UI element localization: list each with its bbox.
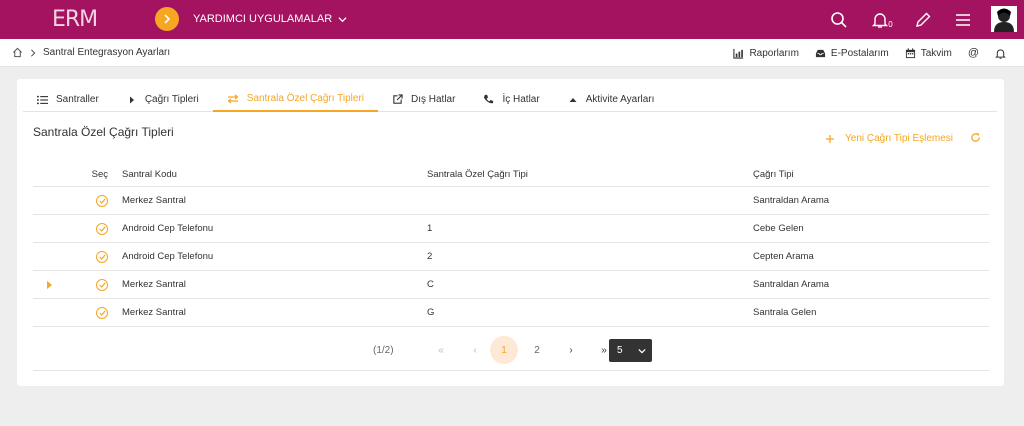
quick-link-label: Takvim (920, 47, 952, 59)
at-sign-icon[interactable]: @ (968, 47, 979, 59)
cell-code: Android Cep Telefonu (122, 251, 214, 262)
table-row[interactable]: Merkez Santral Santraldan Arama (33, 187, 989, 215)
app-logo[interactable]: ERM (52, 7, 98, 32)
list-icon (37, 95, 48, 104)
select-check-icon[interactable] (96, 250, 108, 263)
tab-label: Aktivite Ayarları (585, 94, 655, 105)
cell-special-type: C (427, 279, 434, 290)
cell-code: Merkez Santral (122, 195, 186, 206)
apps-toggle-button[interactable] (155, 7, 179, 31)
rows-per-page-value: 5 (617, 345, 623, 356)
caret-up-icon (569, 97, 577, 102)
cell-call-type: Santraldan Arama (753, 279, 830, 290)
pencil-icon[interactable] (912, 9, 934, 31)
calendar-icon (905, 47, 915, 58)
column-header-code[interactable]: Santral Kodu (122, 169, 427, 180)
quick-link-label: Raporlarım (749, 47, 799, 59)
tab-label: Santrala Özel Çağrı Tipleri (246, 93, 364, 104)
chevron-down-icon (638, 348, 646, 353)
cell-special-type: 1 (427, 223, 433, 234)
new-button-label: Yeni Çağrı Tipi Eşlemesi (845, 133, 954, 144)
quick-links: Raporlarım E-Postalarım Takvim @ (733, 47, 1006, 59)
breadcrumb: Santral Entegrasyon Ayarları (12, 47, 170, 58)
tab-dis-hatlar[interactable]: Dış Hatlar (378, 87, 469, 112)
tab-santraller[interactable]: Santraller (23, 87, 113, 112)
select-check-icon[interactable] (96, 278, 108, 291)
page-button-2[interactable]: 2 (523, 336, 551, 364)
top-bar: ERM YARDIMCI UYGULAMALAR 0 (0, 0, 1024, 39)
tab-label: Dış Hatlar (411, 94, 456, 105)
call-types-table: Seç Santral Kodu Santrala Özel Çağrı Tip… (33, 162, 989, 327)
caret-right-icon (129, 96, 134, 103)
first-page-button[interactable]: « (433, 336, 449, 364)
chevron-right-icon (31, 48, 36, 57)
cell-special-type: G (427, 307, 435, 318)
tab-aktivite-ayarlari[interactable]: Aktivite Ayarları (554, 87, 669, 112)
tab-label: Santraller (56, 94, 99, 105)
pagination: (1/2) « ‹ 1 2 › » 5 (33, 329, 989, 371)
home-icon[interactable] (12, 47, 23, 58)
table-row[interactable]: Android Cep Telefonu 1 Cebe Gelen (33, 215, 989, 243)
cell-call-type: Cepten Arama (753, 251, 814, 262)
quick-link-label: E-Postalarım (830, 47, 889, 59)
refresh-icon[interactable] (970, 132, 981, 146)
select-check-icon[interactable] (96, 194, 108, 207)
quick-link-reports[interactable]: Raporlarım (733, 47, 799, 59)
cell-call-type: Santrala Gelen (753, 307, 817, 318)
quick-link-emails[interactable]: E-Postalarım (815, 48, 889, 59)
user-avatar[interactable] (991, 6, 1017, 32)
table-row[interactable]: Merkez Santral G Santrala Gelen (33, 299, 989, 327)
external-link-icon (393, 94, 403, 104)
chevron-right-icon (164, 14, 171, 24)
tab-bar: Santraller Çağrı Tipleri Santrala Özel Ç… (23, 87, 997, 112)
tab-label: Çağrı Tipleri (144, 94, 199, 105)
plus-icon (826, 134, 834, 143)
panel-title: Santrala Özel Çağrı Tipleri (33, 125, 174, 139)
current-row-indicator-icon (47, 281, 52, 289)
phone-icon (484, 94, 494, 104)
hamburger-menu-icon[interactable] (952, 9, 974, 31)
rows-per-page-select[interactable]: 5 (609, 339, 652, 362)
table-row[interactable]: Android Cep Telefonu 2 Cepten Arama (33, 243, 989, 271)
bell-icon[interactable] (995, 48, 1006, 59)
next-page-button[interactable]: › (563, 336, 579, 364)
content-card: Santraller Çağrı Tipleri Santrala Özel Ç… (17, 79, 1004, 386)
tab-label: İç Hatlar (502, 94, 540, 105)
cell-call-type: Cebe Gelen (753, 223, 804, 234)
column-header-special-type[interactable]: Santrala Özel Çağrı Tipi (427, 169, 753, 180)
select-check-icon[interactable] (96, 222, 108, 235)
bell-icon (872, 13, 889, 28)
inbox-icon (815, 49, 825, 57)
cell-code: Merkez Santral (122, 279, 186, 290)
breadcrumb-current: Santral Entegrasyon Ayarları (43, 47, 171, 58)
chart-icon (733, 48, 744, 59)
table-header: Seç Santral Kodu Santrala Özel Çağrı Tip… (33, 162, 989, 187)
table-row-current[interactable]: Merkez Santral C Santraldan Arama (33, 271, 989, 299)
apps-menu[interactable]: YARDIMCI UYGULAMALAR (193, 13, 347, 25)
page-button-1[interactable]: 1 (490, 336, 518, 364)
search-icon[interactable] (828, 9, 850, 31)
tab-ic-hatlar[interactable]: İç Hatlar (469, 87, 553, 112)
tab-santrala-ozel-cagri-tipleri[interactable]: Santrala Özel Çağrı Tipleri (212, 87, 378, 112)
tab-cagri-tipleri[interactable]: Çağrı Tipleri (113, 87, 213, 112)
swap-icon (227, 94, 239, 103)
page-summary: (1/2) (373, 344, 394, 356)
column-header-call-type[interactable]: Çağrı Tipi (753, 169, 989, 180)
quick-link-calendar[interactable]: Takvim (905, 48, 952, 59)
notifications-button[interactable]: 0 (869, 9, 895, 31)
select-check-icon[interactable] (96, 306, 108, 319)
chevron-down-icon (338, 16, 347, 22)
notification-count: 0 (888, 19, 893, 29)
prev-page-button[interactable]: ‹ (467, 336, 483, 364)
breadcrumb-bar: Santral Entegrasyon Ayarları Raporlarım … (0, 39, 1024, 67)
column-header-select[interactable]: Seç (33, 169, 122, 180)
cell-code: Android Cep Telefonu (122, 223, 214, 234)
new-call-type-mapping-button[interactable]: Yeni Çağrı Tipi Eşlemesi (825, 133, 953, 144)
cell-call-type: Santraldan Arama (753, 195, 830, 206)
cell-special-type: 2 (427, 251, 433, 262)
apps-menu-label: YARDIMCI UYGULAMALAR (193, 13, 333, 25)
cell-code: Merkez Santral (122, 307, 186, 318)
